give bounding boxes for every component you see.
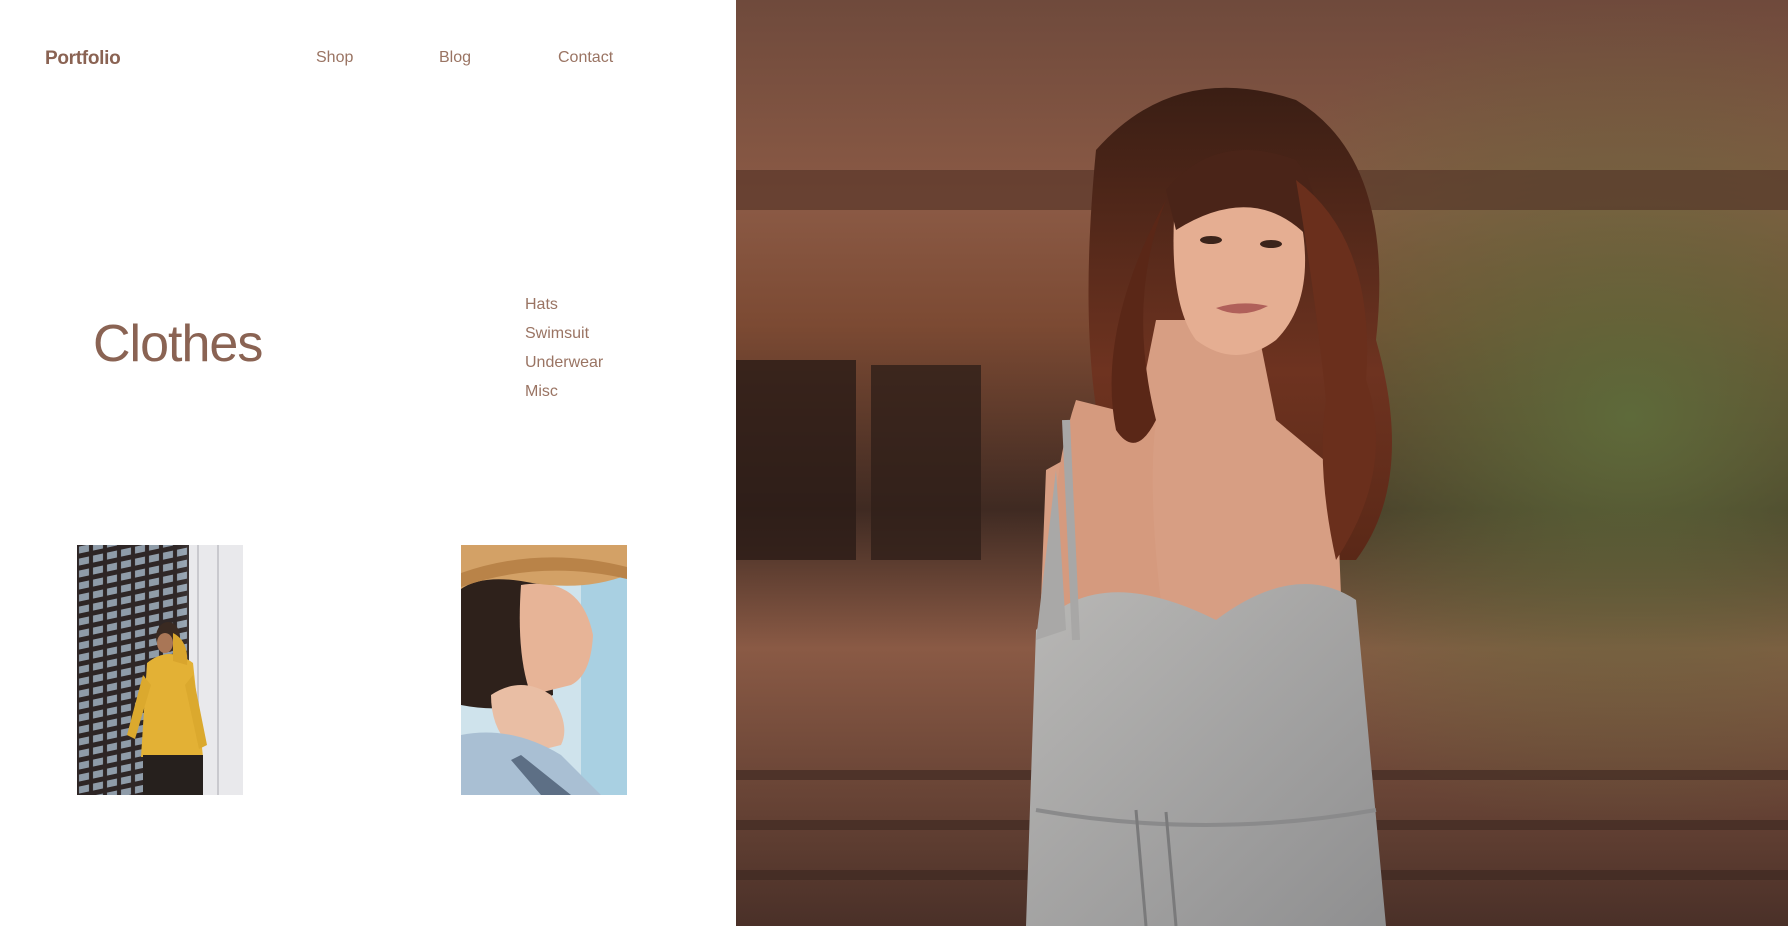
gallery-photo-straw-hat[interactable] — [461, 545, 627, 795]
left-panel: Portfolio Shop Blog Contact Clothes Hats… — [0, 0, 736, 926]
woman-grey-dress-photo — [736, 0, 1788, 926]
category-swimsuit[interactable]: Swimsuit — [525, 319, 603, 348]
nav-blog[interactable]: Blog — [439, 49, 471, 67]
feature-photo — [736, 0, 1788, 926]
page-title: Clothes — [93, 315, 263, 373]
nav-contact[interactable]: Contact — [558, 49, 613, 67]
man-yellow-hoodie-photo — [77, 545, 243, 795]
category-hats[interactable]: Hats — [525, 290, 603, 319]
category-underwear[interactable]: Underwear — [525, 348, 603, 377]
category-list: Hats Swimsuit Underwear Misc — [525, 290, 603, 406]
woman-straw-hat-photo — [461, 545, 627, 795]
nav-shop[interactable]: Shop — [316, 49, 353, 67]
gallery-photo-hoodie[interactable] — [77, 545, 243, 795]
site-logo[interactable]: Portfolio — [45, 48, 121, 70]
category-misc[interactable]: Misc — [525, 377, 603, 406]
